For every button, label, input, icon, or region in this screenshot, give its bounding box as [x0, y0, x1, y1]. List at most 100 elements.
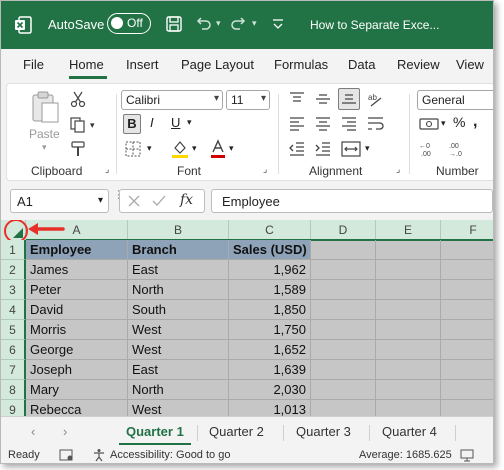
paste-icon[interactable] — [29, 90, 61, 124]
font-color-dropdown-icon[interactable]: ▾ — [229, 143, 234, 154]
cell-sales[interactable]: 1,850 — [229, 300, 311, 320]
cell-sales[interactable]: 1,639 — [229, 360, 311, 380]
align-right-icon[interactable] — [341, 117, 357, 131]
sheet-tab-quarter-2[interactable]: Quarter 2 — [209, 424, 264, 439]
undo-icon[interactable] — [193, 14, 213, 34]
cell-branch[interactable]: West — [128, 340, 229, 360]
macro-record-icon[interactable] — [59, 449, 73, 461]
format-painter-icon[interactable] — [69, 140, 87, 158]
row-header[interactable]: 8 — [1, 380, 26, 400]
decrease-indent-icon[interactable] — [289, 142, 305, 156]
tab-review[interactable]: Review — [397, 57, 440, 72]
cell-employee[interactable]: Peter — [26, 280, 128, 300]
percent-icon[interactable]: % — [453, 114, 465, 130]
cell-branch[interactable]: North — [128, 280, 229, 300]
italic-button[interactable]: I — [150, 115, 154, 130]
customize-toolbar-icon[interactable] — [271, 17, 285, 31]
row-header[interactable]: 7 — [1, 360, 26, 380]
align-center-icon[interactable] — [315, 117, 331, 131]
middle-align-icon[interactable] — [315, 92, 331, 106]
font-launcher-icon[interactable]: ⌟ — [263, 164, 267, 175]
row-header[interactable]: 3 — [1, 280, 26, 300]
row-header[interactable]: 4 — [1, 300, 26, 320]
cell-employee[interactable]: Mary — [26, 380, 128, 400]
display-settings-icon[interactable] — [460, 448, 474, 462]
clipboard-launcher-icon[interactable]: ⌟ — [105, 164, 109, 175]
copy-dropdown-icon[interactable]: ▾ — [90, 120, 95, 131]
align-left-icon[interactable] — [289, 117, 305, 131]
tab-insert[interactable]: Insert — [126, 57, 159, 72]
row-header[interactable]: 6 — [1, 340, 26, 360]
cell-branch[interactable]: West — [128, 400, 229, 416]
tab-file[interactable]: File — [23, 57, 44, 72]
average-status[interactable]: Average: 1685.625 — [359, 449, 452, 461]
scroll-tabs-left-icon[interactable]: ‹ — [31, 424, 35, 439]
tab-formulas[interactable]: Formulas — [274, 57, 328, 72]
fill-color-icon[interactable] — [171, 139, 189, 159]
sheet-tab-quarter-3[interactable]: Quarter 3 — [296, 424, 351, 439]
cell-employee[interactable]: Rebecca — [26, 400, 128, 416]
undo-dropdown-icon[interactable]: ▾ — [216, 18, 221, 29]
paste-dropdown-icon[interactable]: ▾ — [42, 142, 47, 153]
cell-sales[interactable]: 1,013 — [229, 400, 311, 416]
font-name-combo[interactable]: Calibri ▾ — [121, 90, 223, 110]
row-header[interactable]: 9 — [1, 400, 26, 416]
formula-input[interactable]: Employee — [211, 189, 493, 213]
cell-employee[interactable]: Joseph — [26, 360, 128, 380]
tab-home[interactable]: Home — [69, 57, 104, 72]
paste-label[interactable]: Paste — [29, 127, 60, 141]
sheet-tab-quarter-4[interactable]: Quarter 4 — [382, 424, 437, 439]
cell-employee[interactable]: Morris — [26, 320, 128, 340]
currency-icon[interactable] — [419, 116, 439, 132]
top-align-icon[interactable] — [289, 92, 305, 106]
bold-button[interactable]: B — [123, 114, 141, 134]
merge-center-icon[interactable] — [341, 140, 361, 158]
accessibility-status[interactable]: Accessibility: Good to go — [110, 449, 230, 461]
cell-sales[interactable]: 2,030 — [229, 380, 311, 400]
number-format-combo[interactable]: General — [417, 90, 493, 110]
cell-branch[interactable]: South — [128, 300, 229, 320]
cell-branch[interactable]: East — [128, 360, 229, 380]
tab-view[interactable]: View — [456, 57, 484, 72]
tab-page-layout[interactable]: Page Layout — [181, 57, 254, 72]
enter-check-icon[interactable] — [152, 195, 166, 207]
cell-c1[interactable]: Sales (USD) — [229, 240, 311, 260]
increase-indent-icon[interactable] — [315, 142, 331, 156]
insert-function-icon[interactable]: fx — [180, 192, 193, 208]
borders-icon[interactable] — [125, 141, 141, 157]
increase-decimal-icon[interactable]: ←0.00 — [419, 140, 443, 158]
merge-dropdown-icon[interactable]: ▾ — [365, 143, 370, 154]
decrease-decimal-icon[interactable]: .00→.0 — [449, 140, 473, 158]
orientation-icon[interactable]: ab — [367, 90, 385, 108]
cell-branch[interactable]: East — [128, 260, 229, 280]
redo-icon[interactable] — [229, 14, 249, 34]
column-header-e[interactable]: E — [376, 220, 441, 240]
bottom-align-button[interactable] — [338, 88, 360, 110]
cell-a1[interactable]: Employee — [26, 240, 128, 260]
autosave-toggle[interactable]: Off — [107, 13, 151, 34]
column-header-d[interactable]: D — [311, 220, 376, 240]
cell-sales[interactable]: 1,652 — [229, 340, 311, 360]
wrap-text-icon[interactable] — [367, 115, 385, 133]
fill-dropdown-icon[interactable]: ▾ — [192, 143, 197, 154]
redo-dropdown-icon[interactable]: ▾ — [252, 18, 257, 29]
alignment-launcher-icon[interactable]: ⌟ — [396, 164, 400, 175]
cancel-icon[interactable] — [128, 195, 140, 207]
underline-dropdown-icon[interactable]: ▾ — [187, 117, 192, 128]
font-size-combo[interactable]: 11 ▾ — [226, 90, 270, 110]
scroll-tabs-right-icon[interactable]: › — [63, 424, 67, 439]
tab-data[interactable]: Data — [348, 57, 375, 72]
column-header-b[interactable]: B — [128, 220, 229, 240]
accessibility-icon[interactable] — [92, 448, 106, 462]
underline-button[interactable]: U — [171, 115, 180, 130]
name-box[interactable]: A1 ▾ — [10, 189, 109, 213]
cell-branch[interactable]: West — [128, 320, 229, 340]
row-header[interactable]: 2 — [1, 260, 26, 280]
cell-b1[interactable]: Branch — [128, 240, 229, 260]
cell-branch[interactable]: North — [128, 380, 229, 400]
currency-dropdown-icon[interactable]: ▾ — [441, 118, 446, 129]
row-header[interactable]: 1 — [1, 240, 26, 260]
cell-sales[interactable]: 1,589 — [229, 280, 311, 300]
sheet-tab-quarter-1[interactable]: Quarter 1 — [126, 424, 184, 439]
cell-employee[interactable]: James — [26, 260, 128, 280]
